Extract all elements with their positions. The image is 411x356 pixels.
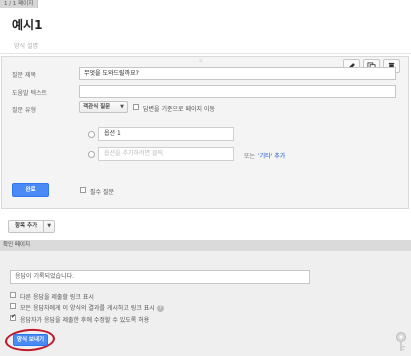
add-option-radio [88, 151, 95, 158]
divider [0, 53, 411, 54]
page-tab: 1 / 1 페이지 [0, 0, 39, 8]
publish-results-row: 모든 응답자에게 이 양식의 결과를 게시하고 링크 표시? [20, 303, 164, 312]
option1-radio [88, 131, 95, 138]
allow-edit-checkbox[interactable] [10, 313, 16, 321]
form-title[interactable]: 예시1 [12, 16, 42, 33]
confirmation-header: 확인 페이지 [0, 240, 411, 251]
show-another-response-label: 다른 응답을 제출할 링크 표시 [20, 294, 94, 301]
question-title-input[interactable]: 무엇을 도와드릴까요? [79, 67, 396, 80]
question-type-value: 객관식 질문 [83, 104, 111, 110]
page-navigation-label: 답변을 기준으로 페이지 이동 [143, 106, 215, 113]
form-description[interactable]: 양식 설명 [14, 41, 38, 50]
help-text-label: 도움말 텍스트 [12, 90, 48, 97]
or-text: 또는 [244, 153, 256, 160]
send-form-button[interactable]: 양식 보내기 [13, 334, 48, 346]
key-icon [396, 332, 406, 351]
add-other-link[interactable]: '기타' 추가 [258, 151, 285, 160]
option1-input[interactable]: 옵션 1 [98, 127, 234, 141]
page-navigation-checkbox[interactable] [133, 104, 139, 110]
publish-results-checkbox[interactable] [10, 303, 16, 309]
required-label: 필수 질문 [90, 189, 114, 196]
question-type-select[interactable]: 객관식 질문 ▼ [79, 101, 128, 113]
chevron-down-icon: ▼ [120, 104, 124, 110]
help-text-input[interactable] [79, 85, 396, 98]
chevron-down-icon[interactable]: ▼ [44, 221, 54, 232]
add-item-label: 항목 추가 [9, 221, 45, 232]
add-option-input[interactable]: 옵션을 추가하려면 클릭 [98, 147, 234, 161]
allow-edit-label: 응답자가 응답을 제출한 후에 수정할 수 있도록 허용 [20, 317, 150, 324]
question-type-label: 질문 유형 [12, 107, 36, 114]
show-another-response-checkbox[interactable] [10, 292, 16, 298]
help-icon[interactable]: ? [156, 305, 164, 312]
add-item-button[interactable]: 항목 추가 ▼ [8, 220, 56, 233]
confirmation-message-input[interactable]: 응답이 기록되었습니다. [10, 270, 310, 284]
question-title-label: 질문 제목 [12, 72, 36, 79]
publish-results-label: 모든 응답자에게 이 양식의 결과를 게시하고 링크 표시 [20, 305, 155, 312]
drag-grip-icon[interactable]: :::: [199, 58, 203, 64]
done-button[interactable]: 완료 [12, 183, 49, 197]
required-checkbox[interactable] [80, 187, 86, 193]
